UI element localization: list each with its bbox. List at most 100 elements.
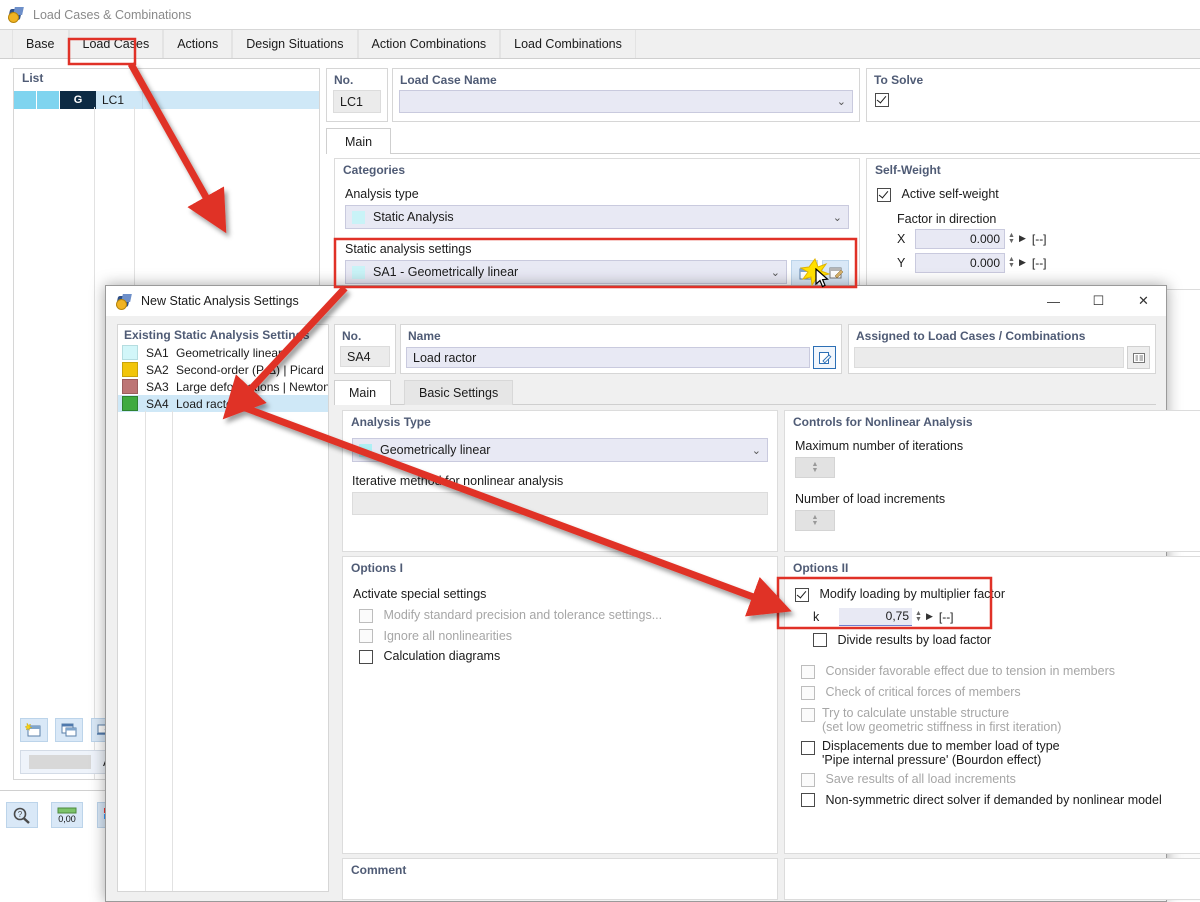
- load-case-name-group: Load Case Name ⌄: [392, 68, 860, 122]
- list-item[interactable]: SA4 Load ractor: [118, 395, 328, 412]
- self-weight-title: Self-Weight: [875, 163, 941, 177]
- chevron-down-icon: ⌄: [836, 96, 846, 108]
- load-case-name-input[interactable]: ⌄: [399, 90, 853, 113]
- favorable-effect-label: Consider favorable effect due to tension…: [825, 664, 1115, 679]
- chevron-down-icon: ⌄: [770, 266, 780, 279]
- tab-load-cases[interactable]: Load Cases: [68, 30, 164, 58]
- modify-loading-checkbox[interactable]: [795, 587, 809, 602]
- controls-nonlinear-title: Controls for Nonlinear Analysis: [793, 415, 973, 429]
- calculation-diagrams-checkbox[interactable]: [359, 650, 373, 665]
- categories-title: Categories: [343, 163, 406, 177]
- help-icon[interactable]: ?: [6, 802, 38, 828]
- assigned-input[interactable]: [854, 347, 1124, 368]
- bourdon-label: Displacements due to member load of type: [822, 738, 1060, 753]
- app-title: Load Cases & Combinations: [33, 7, 192, 22]
- list-item[interactable]: SA1 Geometrically linear: [118, 344, 328, 361]
- new-icon[interactable]: [20, 718, 48, 742]
- option-nonsymmetric-solver-row[interactable]: Non-symmetric direct solver if demanded …: [801, 793, 1200, 808]
- tab-design-situations[interactable]: Design Situations: [232, 30, 358, 58]
- to-solve-group: To Solve: [866, 68, 1200, 122]
- settings-name-group: Name Load ractor: [400, 324, 842, 374]
- ignore-nonlinearities-label: Ignore all nonlinearities: [383, 628, 513, 643]
- tab-base[interactable]: Base: [12, 30, 69, 58]
- dialog-window-buttons: — ☐ ✕: [1031, 286, 1166, 316]
- options-ii-title: Options II: [793, 561, 849, 575]
- divide-results-checkbox[interactable]: [813, 633, 827, 648]
- settings-name-input[interactable]: Load ractor: [406, 347, 810, 368]
- spinner-x[interactable]: ▲ ▼: [1008, 232, 1015, 245]
- controls-nonlinear-group: Controls for Nonlinear Analysis Maximum …: [784, 410, 1200, 552]
- static-analysis-icon: [115, 293, 133, 310]
- item-id: SA4: [146, 396, 169, 411]
- select-list-icon[interactable]: [1127, 346, 1150, 369]
- list-item[interactable]: SA3 Large deformations | Newton-: [118, 378, 328, 395]
- option-modify-loading-row[interactable]: Modify loading by multiplier factor: [795, 587, 1200, 602]
- factor-axis-x: X: [897, 231, 906, 246]
- divide-results-label: Divide results by load factor: [837, 632, 992, 647]
- tab-main[interactable]: Main: [334, 380, 392, 405]
- spinner-y[interactable]: ▲ ▼: [1008, 256, 1015, 269]
- to-solve-checkbox[interactable]: [875, 92, 889, 107]
- modify-precision-checkbox: [359, 608, 373, 623]
- analysis-type-value: Static Analysis: [373, 210, 454, 224]
- item-name: Large deformations | Newton-: [176, 379, 328, 394]
- analysis-type-combo[interactable]: Geometrically linear ⌄: [352, 438, 768, 462]
- tab-actions[interactable]: Actions: [163, 30, 233, 58]
- play-arrow-icon[interactable]: ▶: [926, 611, 933, 622]
- minimize-icon[interactable]: —: [1031, 286, 1076, 316]
- save-increments-checkbox: [801, 772, 815, 787]
- settings-no-label: No.: [342, 329, 362, 343]
- load-increments-label: Number of load increments: [795, 492, 946, 506]
- spinner-k[interactable]: ▲ ▼: [915, 610, 922, 623]
- active-self-weight-row[interactable]: Active self-weight: [877, 187, 1191, 202]
- nonsymmetric-solver-checkbox[interactable]: [801, 793, 815, 808]
- option-calculation-diagrams-row[interactable]: Calculation diagrams: [359, 649, 767, 665]
- item-name: Load ractor: [176, 396, 237, 411]
- active-self-weight-checkbox[interactable]: [877, 187, 891, 202]
- main-tabbar: Base Load Cases Actions Design Situation…: [0, 29, 1200, 59]
- option-divide-results-row[interactable]: Divide results by load factor: [813, 633, 1200, 648]
- save-increments-label: Save results of all load increments: [825, 771, 1016, 786]
- bourdon-checkbox[interactable]: [801, 740, 815, 755]
- play-arrow-icon[interactable]: ▶: [1019, 257, 1026, 268]
- tab-load-combinations[interactable]: Load Combinations: [500, 30, 636, 58]
- factor-x-input[interactable]: 0.000: [915, 228, 1005, 249]
- tab-basic-settings[interactable]: Basic Settings: [404, 380, 514, 405]
- list-item[interactable]: SA2 Second-order (P-Δ) | Picard | 10: [118, 361, 328, 378]
- k-factor-unit: [--]: [938, 609, 954, 624]
- close-icon[interactable]: ✕: [1121, 286, 1166, 316]
- unstable-structure-label: Try to calculate unstable structure: [822, 705, 1010, 720]
- edit-name-icon[interactable]: [813, 346, 836, 369]
- option-unstable-structure-row: Try to calculate unstable structure (set…: [801, 706, 1200, 734]
- analysis-type-swatch: [359, 443, 372, 457]
- calculation-diagrams-label: Calculation diagrams: [383, 649, 501, 664]
- factor-y-unit: [--]: [1031, 255, 1047, 270]
- analysis-type-swatch: [352, 210, 365, 224]
- existing-list-grid: [118, 411, 328, 891]
- modify-loading-label: Modify loading by multiplier factor: [819, 587, 1005, 601]
- tab-design-situations-label: Design Situations: [246, 37, 344, 51]
- analysis-type-title: Analysis Type: [351, 415, 431, 429]
- option-bourdon-row[interactable]: Displacements due to member load of type…: [801, 739, 1200, 767]
- analysis-type-combo[interactable]: Static Analysis ⌄: [345, 205, 849, 229]
- tab-action-combinations[interactable]: Action Combinations: [357, 30, 501, 58]
- factor-in-direction-label: Factor in direction: [897, 211, 997, 226]
- tab-base-label: Base: [26, 37, 55, 51]
- play-arrow-icon[interactable]: ▶: [1019, 233, 1026, 244]
- copy-icon[interactable]: [55, 718, 84, 742]
- to-solve-label: To Solve: [874, 73, 924, 87]
- static-analysis-settings-combo[interactable]: SA1 - Geometrically linear ⌄: [345, 260, 787, 284]
- tab-main[interactable]: Main: [326, 128, 392, 154]
- dialog-titlebar: New Static Analysis Settings — ☐ ✕: [106, 286, 1166, 316]
- load-case-name-label: Load Case Name: [400, 73, 497, 87]
- k-factor-label: k: [813, 609, 820, 624]
- modify-precision-label: Modify standard precision and tolerance …: [383, 608, 663, 622]
- no-label: No.: [334, 73, 354, 87]
- analysis-type-value: Geometrically linear: [380, 443, 491, 457]
- item-id: SA1: [146, 345, 169, 360]
- maximize-icon[interactable]: ☐: [1076, 286, 1121, 316]
- k-factor-input[interactable]: 0,75: [839, 607, 912, 626]
- assigned-label: Assigned to Load Cases / Combinations: [856, 329, 1086, 343]
- factor-y-input[interactable]: 0.000: [915, 252, 1005, 273]
- units-icon[interactable]: 0,00: [51, 802, 84, 828]
